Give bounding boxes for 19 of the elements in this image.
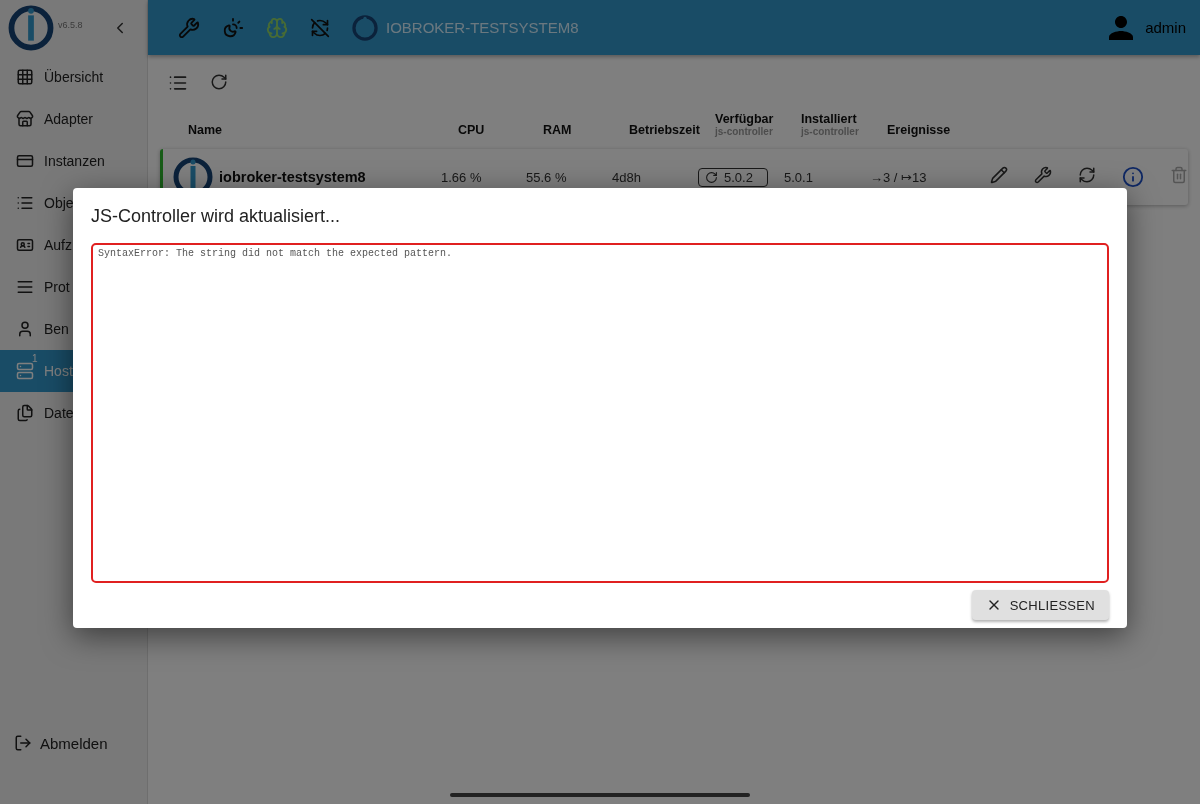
- ram-value: 55.6 %: [526, 169, 568, 185]
- column-header: Name: [188, 123, 224, 137]
- column-header: Verfügbar: [715, 112, 775, 126]
- host-name: iobroker-testsystem8: [219, 169, 366, 185]
- column-header: CPU: [458, 123, 486, 137]
- count-label: 1: [32, 353, 38, 364]
- column-header: Ereignisse: [887, 123, 952, 137]
- log-output: SyntaxError: The string did not match the expected pattern.: [91, 243, 1109, 583]
- uptime-value: 4d8h: [612, 169, 642, 185]
- dialog-title: JS-Controller wird aktualisiert...: [91, 206, 342, 227]
- cpu-value: 1.66 %: [441, 169, 483, 185]
- version-label: v6.5.8: [58, 20, 83, 30]
- column-header: Installiert: [801, 112, 858, 126]
- user-name: admin: [1145, 19, 1186, 36]
- column-header: RAM: [543, 123, 573, 137]
- installed-value: 5.0.1: [784, 169, 814, 185]
- events-value: →3 / ↦13: [870, 169, 928, 185]
- host-title: IOBROKER-TESTSYSTEM8: [386, 19, 579, 36]
- column-header: Betriebszeit: [629, 123, 701, 137]
